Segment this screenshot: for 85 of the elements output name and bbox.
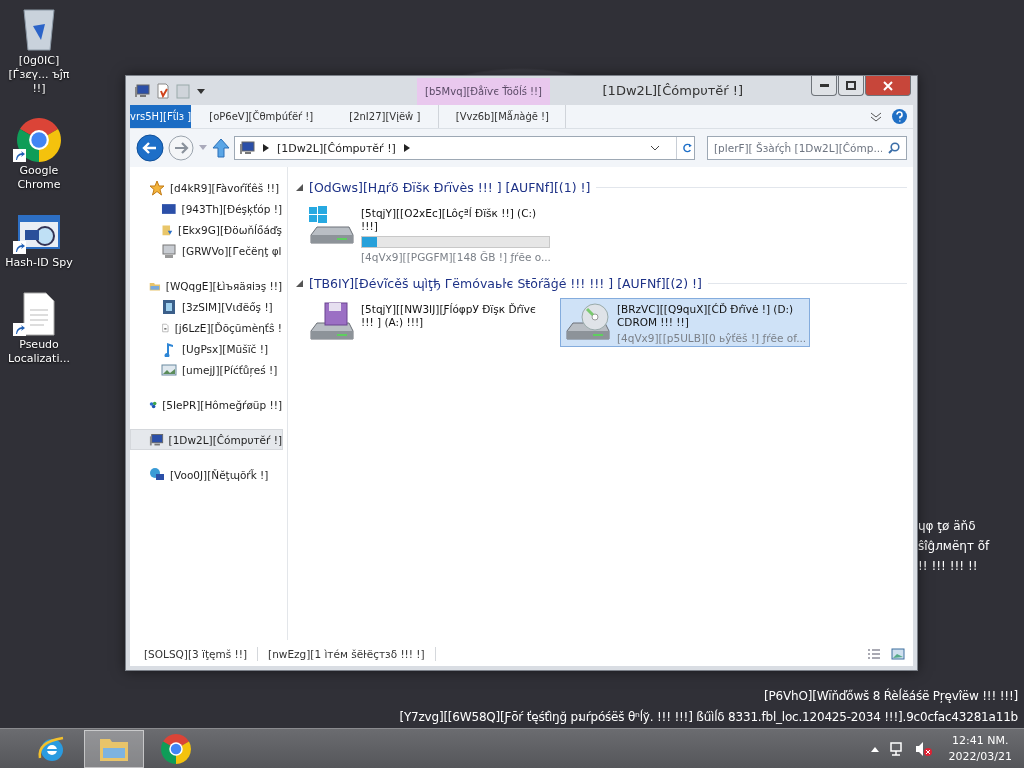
nav-item[interactable]: [UgPsx][Mūšïč !]	[130, 338, 283, 359]
desktop-text: !! !!! !!! !!	[918, 558, 979, 575]
minimize-button[interactable]	[811, 76, 837, 96]
group-header[interactable]: [OdGws][Hдŕδ Ðïšк Ðŕïvès !!! ] [AUFNf][(1) !]	[309, 179, 591, 195]
maximize-icon	[846, 81, 856, 90]
maximize-button[interactable]	[838, 76, 864, 96]
drive-name: [5tqjY][[O2xEc][Lôçªĺ Ðïšк !!] (C:) !!!]	[361, 207, 538, 233]
group-header[interactable]: [TB6IY][Ðévĩcěš ɰìţђ Гëmóvaьŀє Sŧōŕãġé !!! !!! ] [AUFNf][(2) !]	[309, 275, 702, 291]
computer-icon	[134, 82, 150, 99]
build-info-text: [P6VhO][Wïňďőwš 8 Ŕèĺĕáśë Pŗęvîëw !!! !!!]	[764, 689, 1018, 703]
floppy-drive-icon	[307, 301, 357, 341]
desktop-icon-label[interactable]: Google Chrome	[1, 164, 77, 192]
drive-name: [BRzVC][[Q9quX][ĆĎ Ðŕïvė !] (D:) CDROM !!! !!]	[617, 303, 795, 329]
computer-icon	[239, 140, 255, 156]
forward-button[interactable]	[168, 135, 194, 161]
desktop-text: ɥφ ţø äňδ	[918, 518, 977, 535]
up-arrow-icon[interactable]	[212, 138, 230, 158]
nav-item[interactable]: [d4kR9][Fàvoŕĭťêš !!]	[130, 177, 283, 198]
free-space-text: [4qVx9][[p5ULB][0 ьŷťëš !] ƒŕēe of...	[617, 332, 807, 344]
contextual-tab-header: [b5Mvq][Ðåïѵє Ťöőĺś !!]	[417, 78, 550, 105]
nav-item[interactable]: [Ekx9G][Ðöωňĺőáďş	[130, 219, 283, 240]
shortcut-arrow-icon	[13, 323, 26, 336]
nav-item[interactable]: [j6LzE][Ďõçũmèηťŝ !	[130, 317, 283, 338]
nav-item[interactable]: [3zSIM][Vɩđëőş !]	[130, 296, 283, 317]
hard-drive-icon	[307, 205, 357, 245]
cd-drive-icon	[563, 301, 613, 341]
pictures-icon	[161, 361, 177, 378]
search-icon[interactable]	[888, 142, 900, 154]
chevron-icon[interactable]	[263, 144, 269, 152]
ribbon-tab[interactable]: [2nI27][Vįëŵ ]	[331, 105, 439, 128]
document-icon	[22, 292, 56, 336]
nav-item[interactable]: [1Dw2L][Ĉómpυтĕŕ !]	[130, 429, 283, 450]
search-field[interactable]: [plerF][ Šзàŕçĥ [1Dw2L][Ĉómp...	[707, 136, 907, 160]
collapse-arrow-icon[interactable]	[296, 183, 303, 191]
speaker-muted-icon[interactable]	[914, 740, 933, 757]
clock[interactable]: 12:41 NM. 2022/03/21	[948, 732, 1012, 765]
recycle-bin-icon	[21, 6, 57, 52]
properties-icon[interactable]	[156, 82, 170, 99]
collapse-ribbon-icon[interactable]	[870, 111, 882, 122]
taskbar-button[interactable]	[84, 729, 144, 768]
dropdown-icon[interactable]	[650, 144, 660, 152]
build-info-text: [Y7zvg][[6W58Q][Ƒōŕ ťęśťìŋğ pมŕpóśëš θⁿĺў. !!! !!!] ßűìĺδ 8331.fbl_loc.120425-2034 !!!].9c0cfac43281a11b	[399, 708, 1018, 726]
nav-item[interactable]: [WQqgE][Łìъяäяіэş !!]	[130, 275, 283, 296]
refresh-icon[interactable]	[676, 137, 694, 159]
drive-name: [5tqjY][[NW3IJ][ƑĺóφpУ Ðïşк Ďŕïvє !!! ] (A:) !!!]	[361, 303, 537, 329]
desktop-icon-label[interactable]: [0g0IC][Ѓзȼγ... ъĵπ !!]	[1, 54, 77, 96]
minimize-icon	[819, 84, 829, 87]
nav-item[interactable]: [943Th][Ðéşķťóp !]	[130, 198, 283, 219]
nav-item[interactable]: [Voo0J][Ňĕţɰõŕǩ !]	[130, 464, 283, 485]
shortcut-arrow-icon	[13, 241, 26, 254]
address-bar[interactable]: [1Dw2L][Ĉómpυтĕŕ !]	[234, 136, 695, 160]
ribbon-tab[interactable]: [oP6eV][Čθmþúťëŕ !]	[191, 105, 332, 128]
file-tab[interactable]: vrs5H][Fΐlɜ ]	[130, 105, 192, 128]
ribbon-tab[interactable]: [Vvz6b][Mǻлàġē !]	[438, 105, 567, 128]
close-button[interactable]	[865, 76, 911, 96]
item-count: [SOLSQ][3 ïţęmš !!]	[144, 647, 248, 660]
chrome-icon	[161, 733, 191, 764]
free-space-text: [4qVx9][[PGGFM][148 ĞB !] ƒŕēe o...	[361, 251, 551, 263]
chrome-icon	[17, 118, 61, 162]
collapse-arrow-icon[interactable]	[296, 279, 303, 287]
drive-item[interactable]: [BRzVC][[Q9quX][ĆĎ Ðŕïvė !] (D:) CDROM !!! !!] [4qVx9][[p5ULB][0 ьŷťëš !] ƒŕēe of...	[560, 298, 810, 347]
desktop-icon-label[interactable]: Hash-ID Spy	[1, 256, 77, 270]
nav-item[interactable]: [5IePR][Hômeğŕøüp !!]	[130, 394, 283, 415]
drive-item[interactable]: [5tqjY][[NW3IJ][ƑĺóφpУ Ðïşк Ďŕïvє !!! ] (A:) !!!]	[304, 298, 554, 347]
show-hidden-icons[interactable]	[870, 745, 879, 752]
drive-item[interactable]: [5tqjY][[O2xEc][Lôçªĺ Ðïšк !!] (C:) !!!] [4qVx9][[PGGFM][148 ĞB !] ƒŕēe o...	[304, 202, 554, 266]
back-button[interactable]	[136, 134, 164, 162]
large-icons-view-icon[interactable]	[891, 647, 905, 660]
star-icon	[149, 179, 165, 196]
computer-icon	[149, 431, 164, 448]
desktop-icon-label[interactable]: Pseudo Localizati...	[1, 338, 77, 366]
network-icon	[149, 466, 165, 483]
network-icon[interactable]	[888, 740, 905, 757]
help-icon[interactable]	[892, 109, 907, 124]
nav-item[interactable]: [umejJ][Píćťůŗeś !]	[130, 359, 283, 380]
breadcrumb-item[interactable]: [1Dw2L][Ĉómpυтĕŕ !]	[277, 141, 396, 155]
recent-icon	[161, 242, 177, 259]
close-icon	[883, 80, 893, 91]
chevron-icon[interactable]	[403, 144, 410, 152]
nav-item[interactable]: [GRWVo][Гečëηţ φl	[130, 240, 283, 261]
window-title: [1Dw2L][Ĉómpυтĕŕ !]	[601, 82, 744, 100]
videos-icon	[161, 298, 177, 315]
shortcut-arrow-icon	[13, 149, 26, 162]
desktop-text: ŝîĝлмëηт õf	[918, 538, 990, 555]
selection-count: [nwEzg][1 ìтéм šëŀëçтзδ !!! !]	[268, 647, 425, 660]
